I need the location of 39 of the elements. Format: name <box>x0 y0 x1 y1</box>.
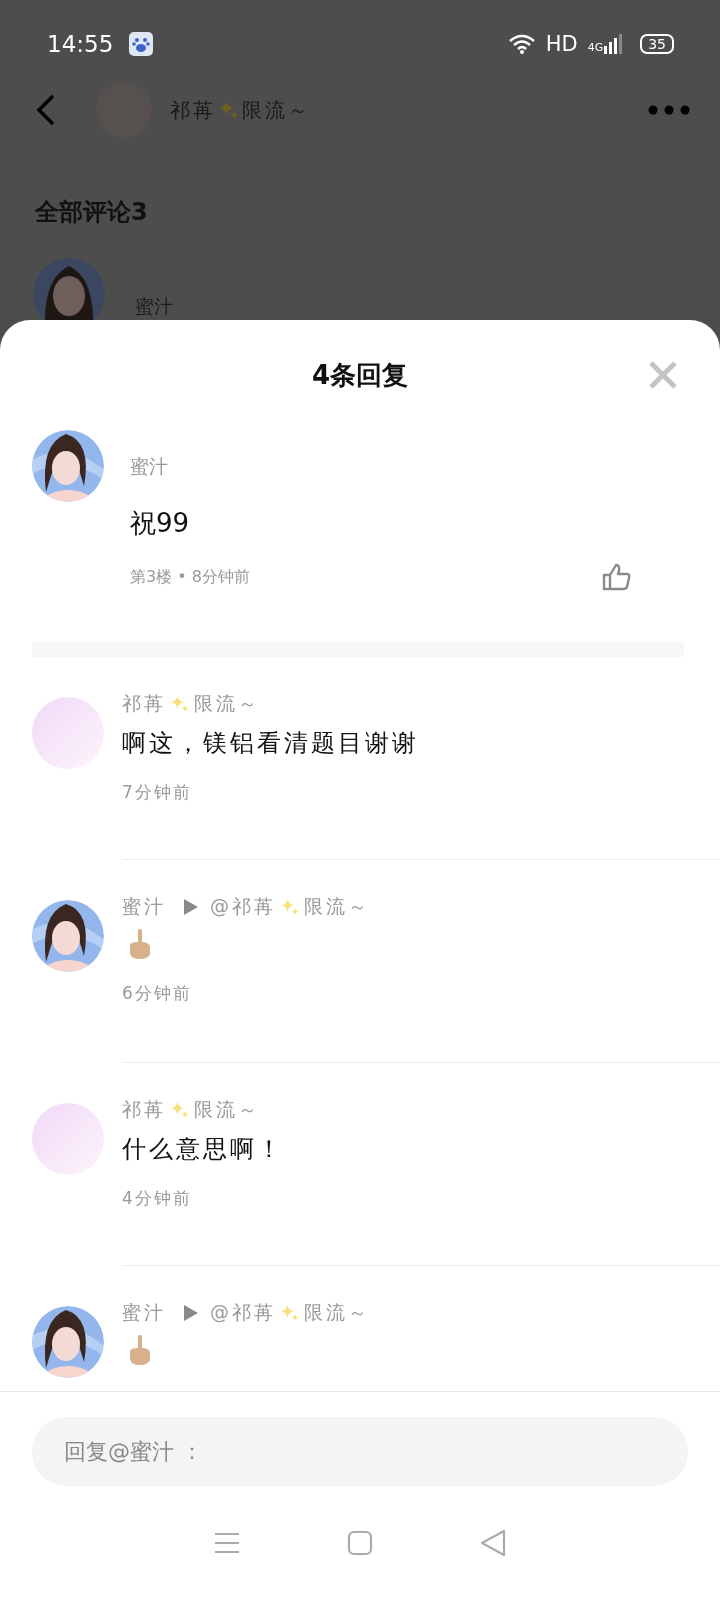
signal-label: 4G <box>587 41 604 54</box>
wifi-icon <box>507 33 536 55</box>
reply-to-name[interactable]: @祁苒 <box>210 1300 276 1326</box>
battery-icon: 35 <box>640 34 674 54</box>
like-icon[interactable] <box>602 563 632 591</box>
more-icon[interactable] <box>648 105 690 115</box>
menu-icon[interactable] <box>213 1532 240 1554</box>
status-time: 14:55 <box>47 31 114 57</box>
author-name: 蜜汁 <box>122 1300 166 1325</box>
author-name: 祁苒 <box>122 1097 166 1122</box>
reply-time: 6分钟前 <box>122 982 193 1005</box>
home-icon[interactable] <box>347 1530 373 1556</box>
back-icon[interactable] <box>480 1529 507 1557</box>
author-name: 祁苒 <box>122 691 166 716</box>
author-suffix: 限流～ <box>194 1097 260 1122</box>
comments-heading: 全部评论3 <box>35 197 149 228</box>
reply-arrow-icon <box>184 1305 198 1321</box>
author-suffix: 限流～ <box>194 691 260 716</box>
author-name: 蜜汁 <box>122 894 166 919</box>
comment-text: 祝99 <box>130 507 191 540</box>
close-icon[interactable] <box>648 360 678 390</box>
back-icon[interactable] <box>36 94 56 126</box>
author-name: 蜜汁 <box>130 454 169 479</box>
hand-icon <box>128 928 152 960</box>
reply-arrow-icon <box>184 899 198 915</box>
comment-meta: 第3楼 • 8分钟前 <box>130 566 250 588</box>
reply-to-suffix: 限流～ <box>304 1300 370 1325</box>
reply-time: 7分钟前 <box>122 781 193 804</box>
sheet-title: 4条回复 <box>311 358 409 392</box>
reply-time: 4分钟前 <box>122 1187 193 1210</box>
signal-icon <box>604 34 623 54</box>
hand-icon <box>128 1334 152 1366</box>
paw-icon <box>129 32 154 56</box>
reply-to-name[interactable]: @祁苒 <box>210 894 276 920</box>
network-label: HD <box>545 32 578 56</box>
reply-to-suffix: 限流～ <box>304 894 370 919</box>
reply-text: 啊这，镁铝看清题目谢谢 <box>122 728 420 759</box>
reply-field[interactable]: 回复@蜜汁 ： <box>32 1417 688 1486</box>
reply-text: 什么意思啊！ <box>122 1134 285 1165</box>
